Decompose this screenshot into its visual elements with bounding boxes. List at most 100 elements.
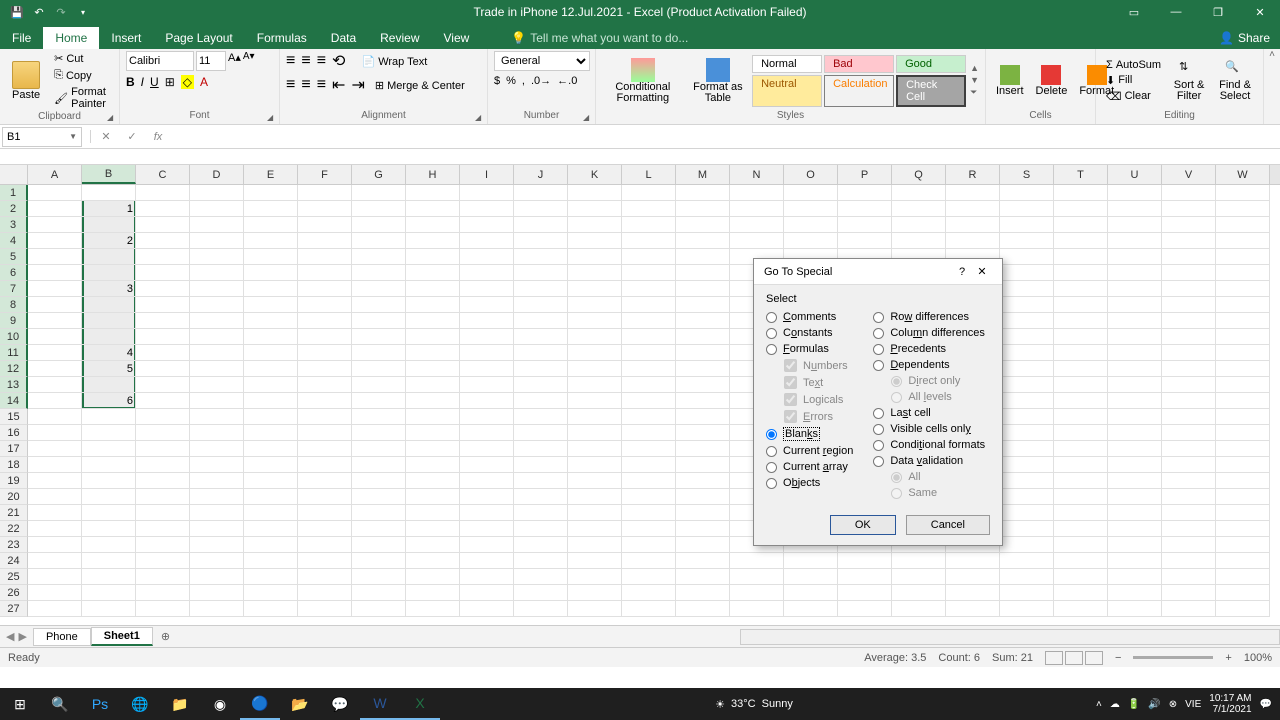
cell-O2[interactable] [784, 201, 838, 217]
cell-F18[interactable] [298, 457, 352, 473]
cell-C19[interactable] [136, 473, 190, 489]
cell-M21[interactable] [676, 505, 730, 521]
cell-U4[interactable] [1108, 233, 1162, 249]
decrease-indent-icon[interactable]: ⇤ [332, 75, 345, 95]
row-header-24[interactable]: 24 [0, 553, 28, 569]
cell-V6[interactable] [1162, 265, 1216, 281]
cell-I2[interactable] [460, 201, 514, 217]
cell-S4[interactable] [1000, 233, 1054, 249]
cell-T19[interactable] [1054, 473, 1108, 489]
cell-L21[interactable] [622, 505, 676, 521]
cell-C6[interactable] [136, 265, 190, 281]
cell-E15[interactable] [244, 409, 298, 425]
cell-W1[interactable] [1216, 185, 1270, 201]
cell-O4[interactable] [784, 233, 838, 249]
cell-T9[interactable] [1054, 313, 1108, 329]
cell-S9[interactable] [1000, 313, 1054, 329]
cell-H7[interactable] [406, 281, 460, 297]
cell-V13[interactable] [1162, 377, 1216, 393]
cell-A16[interactable] [28, 425, 82, 441]
network-icon[interactable]: ⊗ [1169, 699, 1177, 710]
cell-I14[interactable] [460, 393, 514, 409]
clear-button[interactable]: ⌫Clear [1102, 89, 1165, 104]
cell-F19[interactable] [298, 473, 352, 489]
alignment-launcher-icon[interactable]: ◢ [475, 113, 485, 123]
cell-V11[interactable] [1162, 345, 1216, 361]
cell-T2[interactable] [1054, 201, 1108, 217]
tab-view[interactable]: View [432, 27, 482, 49]
cell-K25[interactable] [568, 569, 622, 585]
cell-I17[interactable] [460, 441, 514, 457]
radio-formulas[interactable]: Formulas [766, 343, 853, 355]
cell-P3[interactable] [838, 217, 892, 233]
search-icon[interactable]: 🔍 [40, 688, 80, 720]
cell-E9[interactable] [244, 313, 298, 329]
cell-C16[interactable] [136, 425, 190, 441]
cell-B27[interactable] [82, 601, 136, 617]
cell-M4[interactable] [676, 233, 730, 249]
cell-G17[interactable] [352, 441, 406, 457]
cell-V27[interactable] [1162, 601, 1216, 617]
cell-K14[interactable] [568, 393, 622, 409]
cell-M13[interactable] [676, 377, 730, 393]
cell-Q2[interactable] [892, 201, 946, 217]
radio-constants[interactable]: Constants [766, 327, 853, 339]
cell-A19[interactable] [28, 473, 82, 489]
cell-C23[interactable] [136, 537, 190, 553]
battery-icon[interactable]: 🔋 [1128, 699, 1140, 710]
cell-B7[interactable]: 3 [82, 281, 136, 297]
cell-T1[interactable] [1054, 185, 1108, 201]
cell-P25[interactable] [838, 569, 892, 585]
cell-K11[interactable] [568, 345, 622, 361]
decrease-font-icon[interactable]: A▾ [243, 51, 255, 71]
cell-F2[interactable] [298, 201, 352, 217]
comma-format-icon[interactable]: , [522, 75, 525, 87]
app-icon[interactable]: ◉ [200, 688, 240, 720]
cell-B15[interactable] [82, 409, 136, 425]
col-header-L[interactable]: L [622, 165, 676, 184]
onedrive-icon[interactable]: ☁ [1110, 699, 1120, 710]
cell-C21[interactable] [136, 505, 190, 521]
horizontal-scrollbar[interactable] [740, 629, 1280, 645]
cell-U16[interactable] [1108, 425, 1162, 441]
cell-N3[interactable] [730, 217, 784, 233]
cell-W21[interactable] [1216, 505, 1270, 521]
cut-button[interactable]: ✂Cut [50, 51, 113, 66]
cell-B13[interactable] [82, 377, 136, 393]
cell-M3[interactable] [676, 217, 730, 233]
cell-E22[interactable] [244, 521, 298, 537]
cell-E7[interactable] [244, 281, 298, 297]
row-header-16[interactable]: 16 [0, 425, 28, 441]
sheet-tab-phone[interactable]: Phone [33, 628, 91, 646]
cell-C27[interactable] [136, 601, 190, 617]
cell-K26[interactable] [568, 585, 622, 601]
cell-H16[interactable] [406, 425, 460, 441]
cell-U6[interactable] [1108, 265, 1162, 281]
cell-L12[interactable] [622, 361, 676, 377]
cell-D23[interactable] [190, 537, 244, 553]
cell-B18[interactable] [82, 457, 136, 473]
radio-cond-formats[interactable]: Conditional formats [873, 439, 985, 451]
cell-J22[interactable] [514, 521, 568, 537]
cell-D5[interactable] [190, 249, 244, 265]
cell-J6[interactable] [514, 265, 568, 281]
cell-K16[interactable] [568, 425, 622, 441]
sheet-nav[interactable]: ◀▶ [0, 630, 33, 643]
conditional-formatting-button[interactable]: Conditional Formatting [602, 56, 684, 106]
cell-E6[interactable] [244, 265, 298, 281]
cell-J5[interactable] [514, 249, 568, 265]
cell-J11[interactable] [514, 345, 568, 361]
underline-button[interactable]: U [150, 75, 159, 89]
radio-blanks[interactable]: Blanks [766, 427, 853, 441]
cell-C24[interactable] [136, 553, 190, 569]
cell-A18[interactable] [28, 457, 82, 473]
cell-E11[interactable] [244, 345, 298, 361]
row-header-5[interactable]: 5 [0, 249, 28, 265]
row-header-25[interactable]: 25 [0, 569, 28, 585]
cell-V15[interactable] [1162, 409, 1216, 425]
cell-M9[interactable] [676, 313, 730, 329]
cell-J20[interactable] [514, 489, 568, 505]
cell-K1[interactable] [568, 185, 622, 201]
cell-G23[interactable] [352, 537, 406, 553]
row-header-11[interactable]: 11 [0, 345, 28, 361]
